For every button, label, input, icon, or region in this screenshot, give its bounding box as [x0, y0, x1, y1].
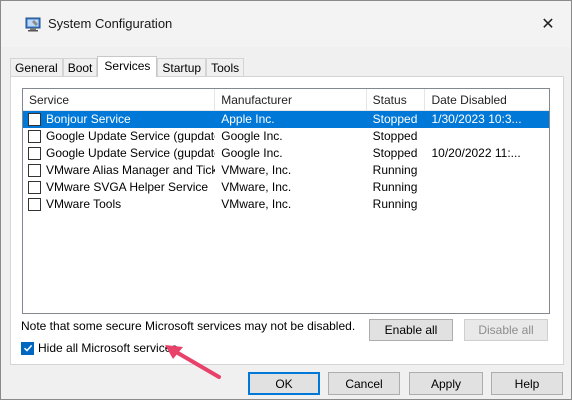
table-row[interactable]: VMware SVGA Helper Service VMware, Inc. Ru…	[23, 179, 549, 196]
tab-general[interactable]: General	[10, 58, 63, 76]
service-name: Google Update Service (gupdatem)	[46, 146, 215, 160]
disable-all-button[interactable]: Disable all	[464, 319, 548, 341]
column-header-service[interactable]: Service	[23, 89, 216, 111]
manufacturer-cell: Apple Inc.	[215, 111, 367, 128]
column-header-status[interactable]: Status	[367, 89, 426, 111]
service-checkbox[interactable]	[28, 181, 41, 194]
list-body: Bonjour Service Apple Inc. Stopped 1/30/202…	[23, 111, 549, 213]
service-cell: VMware Alias Manager and Ticke...	[23, 162, 215, 179]
list-header: Service Manufacturer Status Date Disable…	[23, 89, 549, 111]
close-icon: ✕	[541, 16, 555, 33]
service-cell: Google Update Service (gupdatem)	[23, 145, 215, 162]
service-checkbox[interactable]	[28, 130, 41, 143]
system-configuration-window: System Configuration ✕ General Boot Serv…	[0, 0, 572, 400]
manufacturer-cell: VMware, Inc.	[221, 180, 292, 194]
manufacturer-cell: Google Inc.	[221, 129, 283, 143]
table-row[interactable]: Google Update Service (gupdate) Google In…	[23, 128, 549, 145]
service-name: VMware Tools	[46, 197, 122, 211]
service-name: Bonjour Service	[46, 112, 131, 126]
apply-button[interactable]: Apply	[409, 372, 483, 395]
status-cell: Running	[372, 163, 418, 177]
date-disabled-cell	[425, 179, 549, 196]
table-row[interactable]: VMware Tools VMware, Inc. Running	[23, 196, 549, 213]
microsoft-services-note: Note that some secure Microsoft services…	[21, 319, 356, 333]
manufacturer-cell: VMware, Inc.	[221, 197, 292, 211]
service-checkbox[interactable]	[28, 113, 41, 126]
title-bar: System Configuration ✕	[1, 1, 571, 47]
date-disabled-cell	[425, 162, 549, 179]
table-row[interactable]: Google Update Service (gupdatem) Google I…	[23, 145, 549, 162]
tab-boot[interactable]: Boot	[62, 58, 98, 76]
checkmark-icon	[23, 344, 32, 352]
column-header-date-disabled[interactable]: Date Disabled	[425, 89, 549, 111]
service-cell: Google Update Service (gupdate)	[23, 128, 215, 145]
hide-microsoft-services-checkbox[interactable]	[21, 341, 34, 355]
service-name: Google Update Service (gupdate)	[46, 129, 216, 143]
status-cell: Stopped	[366, 111, 426, 128]
cancel-button[interactable]: Cancel	[328, 372, 400, 395]
date-disabled-cell: 10/20/2022 11:...	[431, 146, 521, 160]
column-header-manufacturer[interactable]: Manufacturer	[215, 89, 367, 111]
date-disabled-cell	[425, 128, 549, 145]
manufacturer-cell: VMware, Inc.	[221, 163, 292, 177]
service-cell: VMware SVGA Helper Service	[23, 179, 215, 196]
hide-microsoft-services-label: Hide all Microsoft services	[38, 341, 178, 355]
status-cell: Stopped	[372, 146, 418, 160]
services-list[interactable]: Service Manufacturer Status Date Disable…	[22, 88, 550, 314]
status-cell: Running	[372, 197, 418, 211]
system-configuration-icon	[25, 17, 41, 32]
enable-all-button[interactable]: Enable all	[369, 319, 453, 341]
service-cell: VMware Tools	[23, 196, 215, 213]
annotation-arrow-icon	[165, 345, 221, 379]
tab-services[interactable]: Services	[97, 56, 158, 77]
table-row[interactable]: Bonjour Service Apple Inc. Stopped 1/30/202…	[23, 111, 549, 128]
services-panel: Service Manufacturer Status Date Disable…	[10, 76, 564, 365]
status-cell: Running	[372, 180, 418, 194]
hide-microsoft-services[interactable]: Hide all Microsoft services	[21, 341, 177, 355]
date-disabled-cell: 1/30/2023 10:3...	[425, 111, 549, 128]
date-disabled-cell	[425, 196, 549, 213]
tab-tools[interactable]: Tools	[206, 58, 245, 76]
service-cell: Bonjour Service	[23, 111, 216, 128]
service-checkbox[interactable]	[28, 198, 41, 211]
tab-strip: General Boot Services Startup Tools	[10, 56, 245, 77]
service-checkbox[interactable]	[28, 147, 41, 160]
close-button[interactable]: ✕	[525, 7, 571, 41]
tab-startup[interactable]: Startup	[157, 58, 207, 76]
status-cell: Stopped	[372, 129, 418, 143]
help-button[interactable]: Help	[491, 372, 563, 395]
service-name: VMware Alias Manager and Ticke...	[46, 163, 215, 177]
ok-button[interactable]: OK	[248, 372, 320, 395]
window-title: System Configuration	[48, 16, 173, 31]
service-name: VMware SVGA Helper Service	[46, 180, 209, 194]
manufacturer-cell: Google Inc.	[221, 146, 283, 160]
service-checkbox[interactable]	[28, 164, 41, 177]
table-row[interactable]: VMware Alias Manager and Ticke... VMware,…	[23, 162, 549, 179]
